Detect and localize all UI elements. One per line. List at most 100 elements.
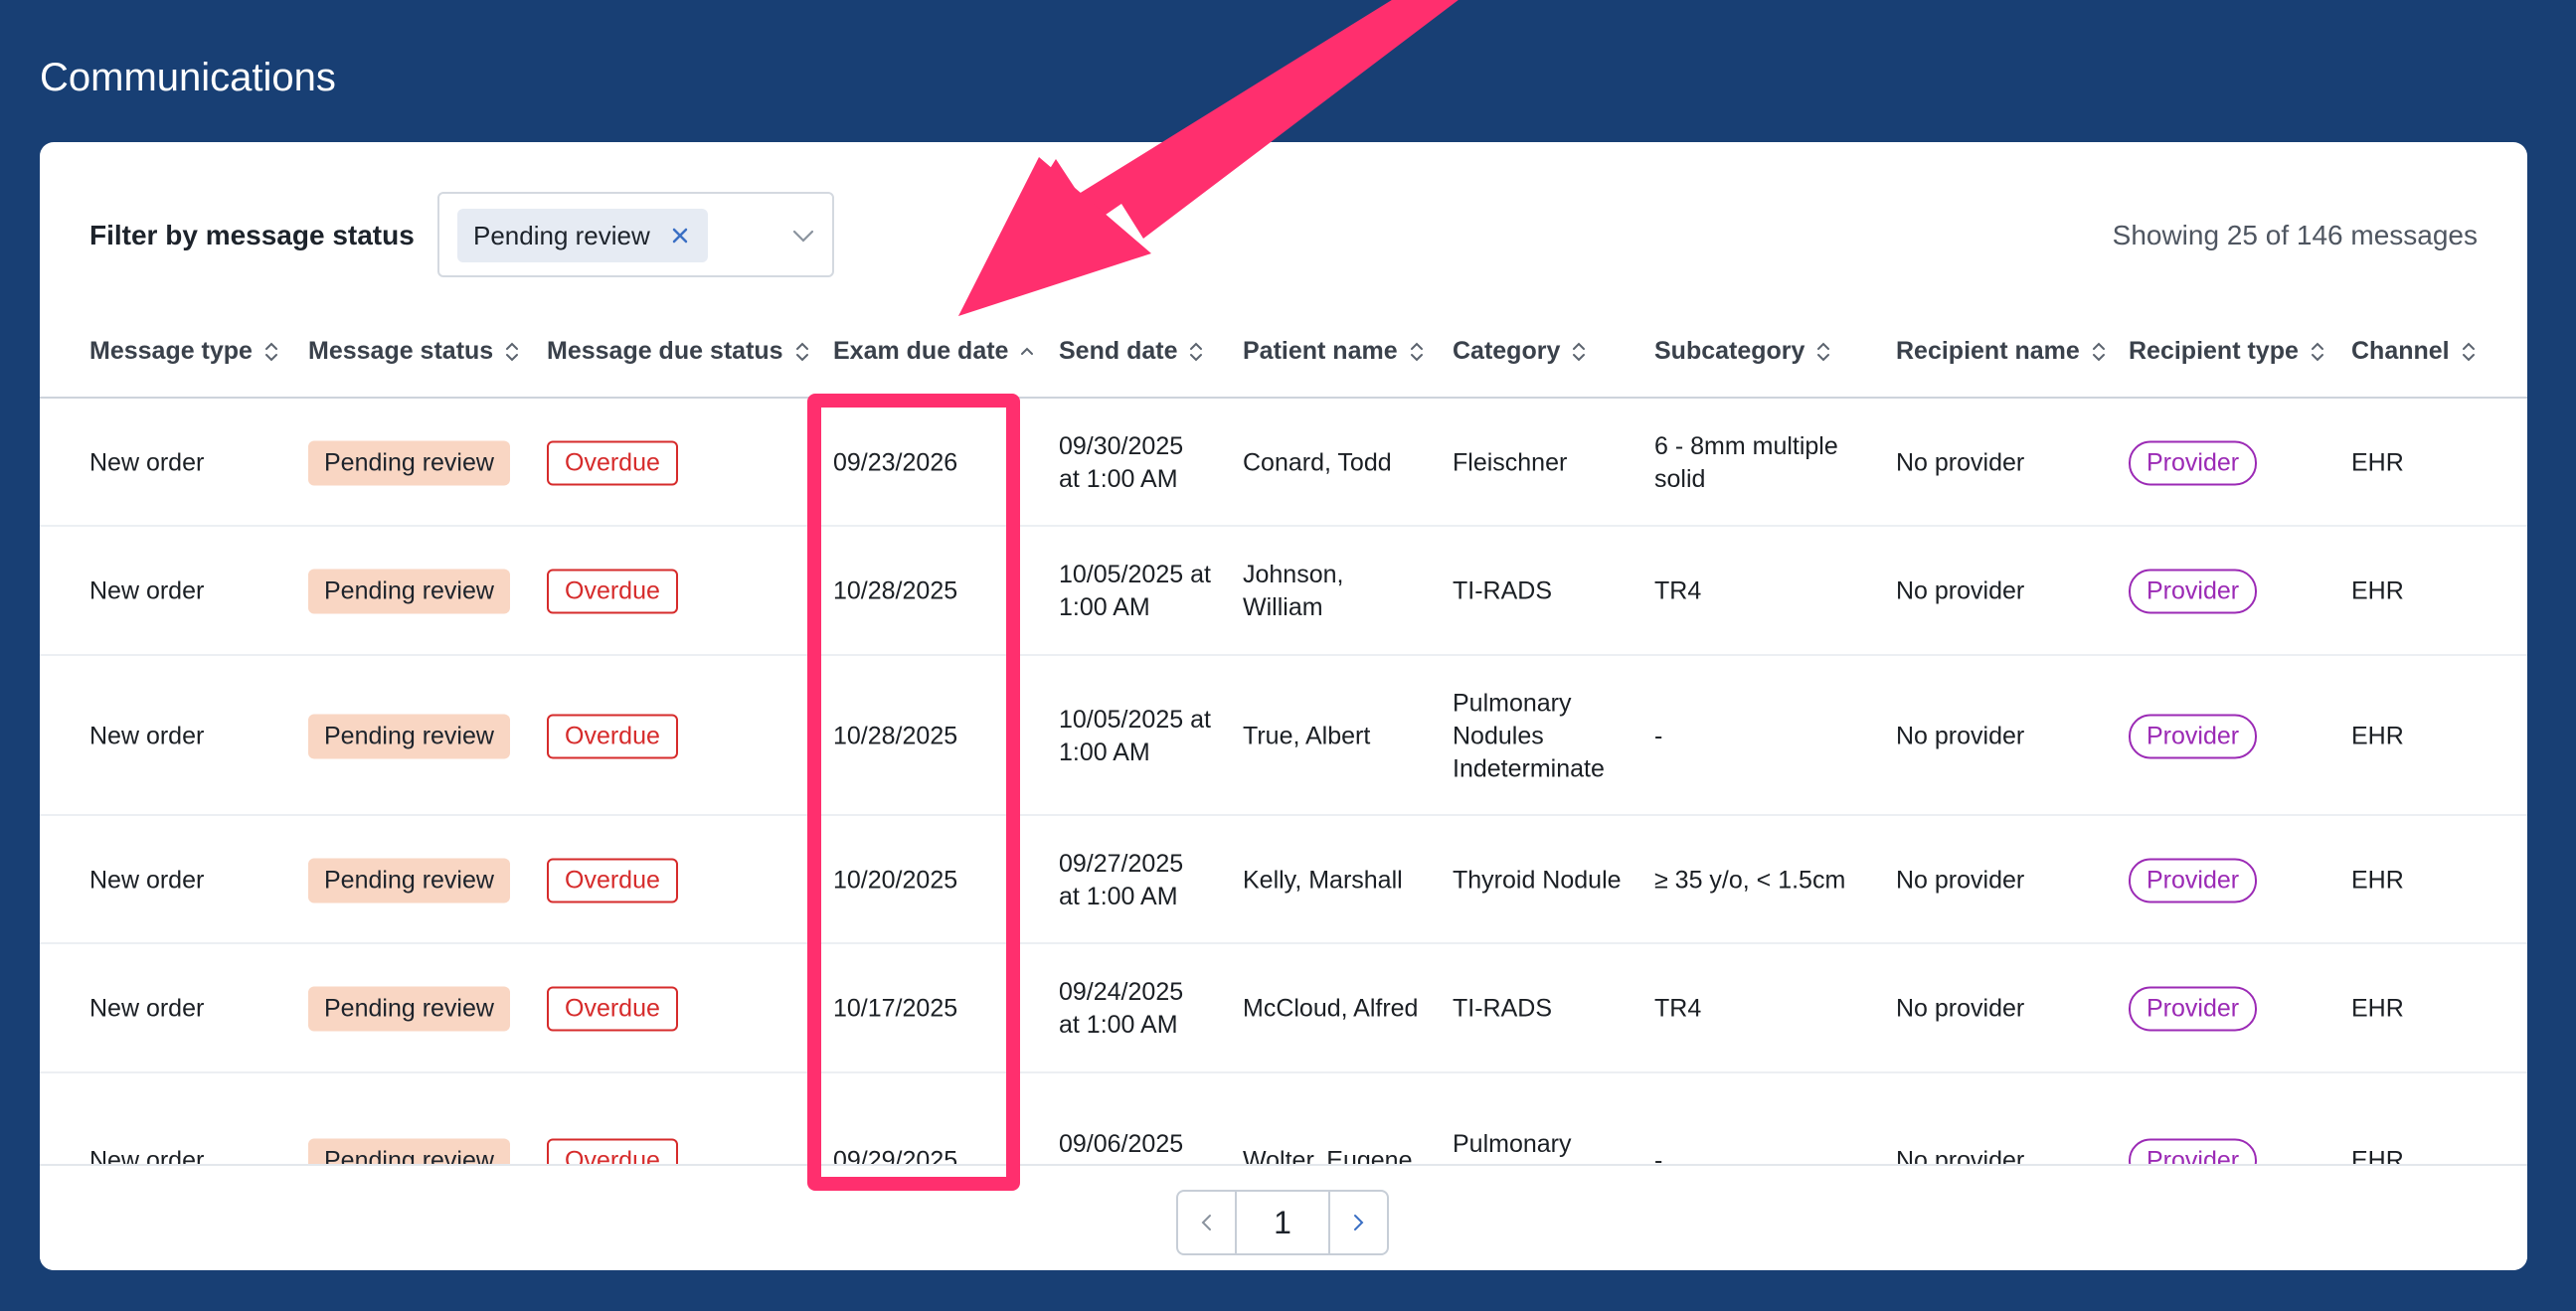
column-header-label: Message due status [547, 337, 783, 365]
category-cell: TI-RADS [1453, 993, 1552, 1026]
status-badge: Pending review [308, 569, 510, 614]
table-header: Message type Message status Message due st… [40, 311, 2527, 399]
message-type-cell: New order [89, 722, 205, 749]
due-status-badge: Overdue [547, 569, 678, 614]
category-cell-line: Pulmonary [1453, 689, 1572, 717]
page: Communications Filter by message status … [0, 0, 2576, 1311]
sort-icon[interactable] [1187, 339, 1205, 365]
send-date-cell-line: at 1:00 AM [1059, 882, 1178, 910]
messages-card: Filter by message status Pending review … [40, 142, 2527, 1270]
sort-icon[interactable] [1814, 339, 1832, 365]
sort-icon[interactable] [1018, 339, 1036, 365]
column-header-label: Recipient name [1896, 337, 2080, 365]
send-date-cell: 10/05/2025 at 1:00 AM [1059, 559, 1211, 624]
recipient-type-badge[interactable]: Provider [2129, 440, 2258, 485]
column-header-message-type[interactable]: Message type [89, 337, 280, 366]
column-header-message-due-status[interactable]: Message due status [547, 337, 811, 366]
sort-icon[interactable] [1408, 339, 1426, 365]
column-header-recipient-type[interactable]: Recipient type [2129, 337, 2326, 366]
send-date-cell-line: 09/06/2025 [1059, 1130, 1184, 1158]
filter-chip-label: Pending review [473, 220, 650, 250]
sort-icon[interactable] [2309, 339, 2326, 365]
recipient-name-cell: No provider [1896, 866, 2025, 894]
column-header-exam-due-date[interactable]: Exam due date [833, 337, 1036, 366]
send-date-cell: 09/30/2025 at 1:00 AM [1059, 430, 1183, 496]
subcategory-cell: TR4 [1654, 993, 1701, 1026]
prev-page-button[interactable] [1178, 1192, 1235, 1253]
message-type-cell: New order [89, 866, 205, 894]
sort-icon[interactable] [503, 339, 521, 365]
category-cell-line: Indeterminate [1453, 754, 1605, 782]
recipient-name-cell: No provider [1896, 722, 2025, 749]
recipient-type-badge[interactable]: Provider [2129, 858, 2258, 902]
sort-icon[interactable] [2090, 339, 2108, 365]
column-header-patient-name[interactable]: Patient name [1243, 337, 1426, 366]
table-row[interactable]: New order Pending review Overdue 10/17/2025… [40, 944, 2527, 1073]
table-row[interactable]: New order Pending review Overdue 10/28/2025… [40, 527, 2527, 656]
patient-name-cell-line: Conard, Todd [1243, 448, 1392, 476]
sort-icon[interactable] [793, 339, 811, 365]
column-header-message-status[interactable]: Message status [308, 337, 521, 366]
table-row[interactable]: New order Pending review Overdue 10/20/2025… [40, 816, 2527, 944]
pagination: 1 [1176, 1190, 1389, 1255]
channel-cell: EHR [2351, 576, 2404, 605]
filter-label: Filter by message status [89, 220, 415, 250]
column-header-label: Recipient type [2129, 337, 2299, 365]
category-cell-line: TI-RADS [1453, 994, 1552, 1023]
due-status-badge: Overdue [547, 986, 678, 1032]
filter-chip: Pending review [457, 209, 708, 262]
due-status-badge: Overdue [547, 858, 678, 902]
table-footer: 1 [40, 1164, 2527, 1270]
status-badge: Pending review [308, 714, 510, 758]
sort-icon[interactable] [262, 339, 280, 365]
close-icon[interactable] [666, 222, 694, 249]
page-title: Communications [40, 56, 336, 99]
patient-name-cell-line: Kelly, Marshall [1243, 866, 1403, 894]
next-page-button[interactable] [1330, 1192, 1387, 1253]
send-date-cell: 09/24/2025 at 1:00 AM [1059, 976, 1183, 1042]
column-header-recipient-name[interactable]: Recipient name [1896, 337, 2108, 366]
recipient-type-badge[interactable]: Provider [2129, 569, 2258, 614]
message-type-cell: New order [89, 576, 205, 605]
column-header-label: Channel [2351, 337, 2450, 365]
status-filter-select[interactable]: Pending review [437, 192, 834, 277]
send-date-cell-line: 10/05/2025 at [1059, 561, 1211, 588]
column-header-channel[interactable]: Channel [2351, 337, 2478, 366]
recipient-type-badge[interactable]: Provider [2129, 714, 2258, 758]
patient-name-cell: Johnson, William [1243, 559, 1343, 624]
exam-due-date-cell: 09/23/2026 [833, 448, 958, 476]
sort-icon[interactable] [1570, 339, 1588, 365]
column-header-label: Message status [308, 337, 494, 365]
chevron-left-icon [1201, 1215, 1211, 1230]
chevron-down-icon[interactable] [788, 221, 818, 250]
send-date-cell-line: at 1:00 AM [1059, 1011, 1178, 1039]
sort-icon[interactable] [2460, 339, 2478, 365]
table-body: New order Pending review Overdue 09/23/2026… [40, 399, 2527, 1270]
chevron-right-icon [1354, 1215, 1364, 1230]
patient-name-cell: McCloud, Alfred [1243, 993, 1418, 1026]
subcategory-cell: 6 - 8mm multiple solid [1654, 430, 1838, 496]
patient-name-cell-line: McCloud, Alfred [1243, 994, 1419, 1023]
send-date-cell-line: 09/24/2025 [1059, 978, 1184, 1006]
recipient-type-badge[interactable]: Provider [2129, 986, 2258, 1032]
showing-count: Showing 25 of 146 messages [2112, 220, 2478, 250]
subcategory-cell-line: TR4 [1654, 576, 1702, 605]
message-type-cell: New order [89, 448, 205, 476]
subcategory-cell-line: ≥ 35 y/o, < 1.5cm [1654, 866, 1846, 894]
channel-cell: EHR [2351, 866, 2404, 894]
column-header-subcategory[interactable]: Subcategory [1654, 337, 1832, 366]
patient-name-cell: Kelly, Marshall [1243, 864, 1403, 897]
status-badge: Pending review [308, 858, 510, 902]
due-status-badge: Overdue [547, 714, 678, 758]
send-date-cell-line: 10/05/2025 at [1059, 705, 1211, 734]
channel-cell: EHR [2351, 448, 2404, 476]
column-header-label: Patient name [1243, 337, 1398, 365]
recipient-name-cell: No provider [1896, 448, 2025, 476]
table-row[interactable]: New order Pending review Overdue 10/28/2025… [40, 656, 2527, 816]
current-page[interactable]: 1 [1235, 1192, 1330, 1253]
patient-name-cell-line: Johnson, [1243, 561, 1344, 588]
column-header-send-date[interactable]: Send date [1059, 337, 1205, 366]
table-row[interactable]: New order Pending review Overdue 09/23/2026… [40, 399, 2527, 527]
column-header-category[interactable]: Category [1453, 337, 1588, 366]
subcategory-cell-line: TR4 [1654, 994, 1702, 1023]
